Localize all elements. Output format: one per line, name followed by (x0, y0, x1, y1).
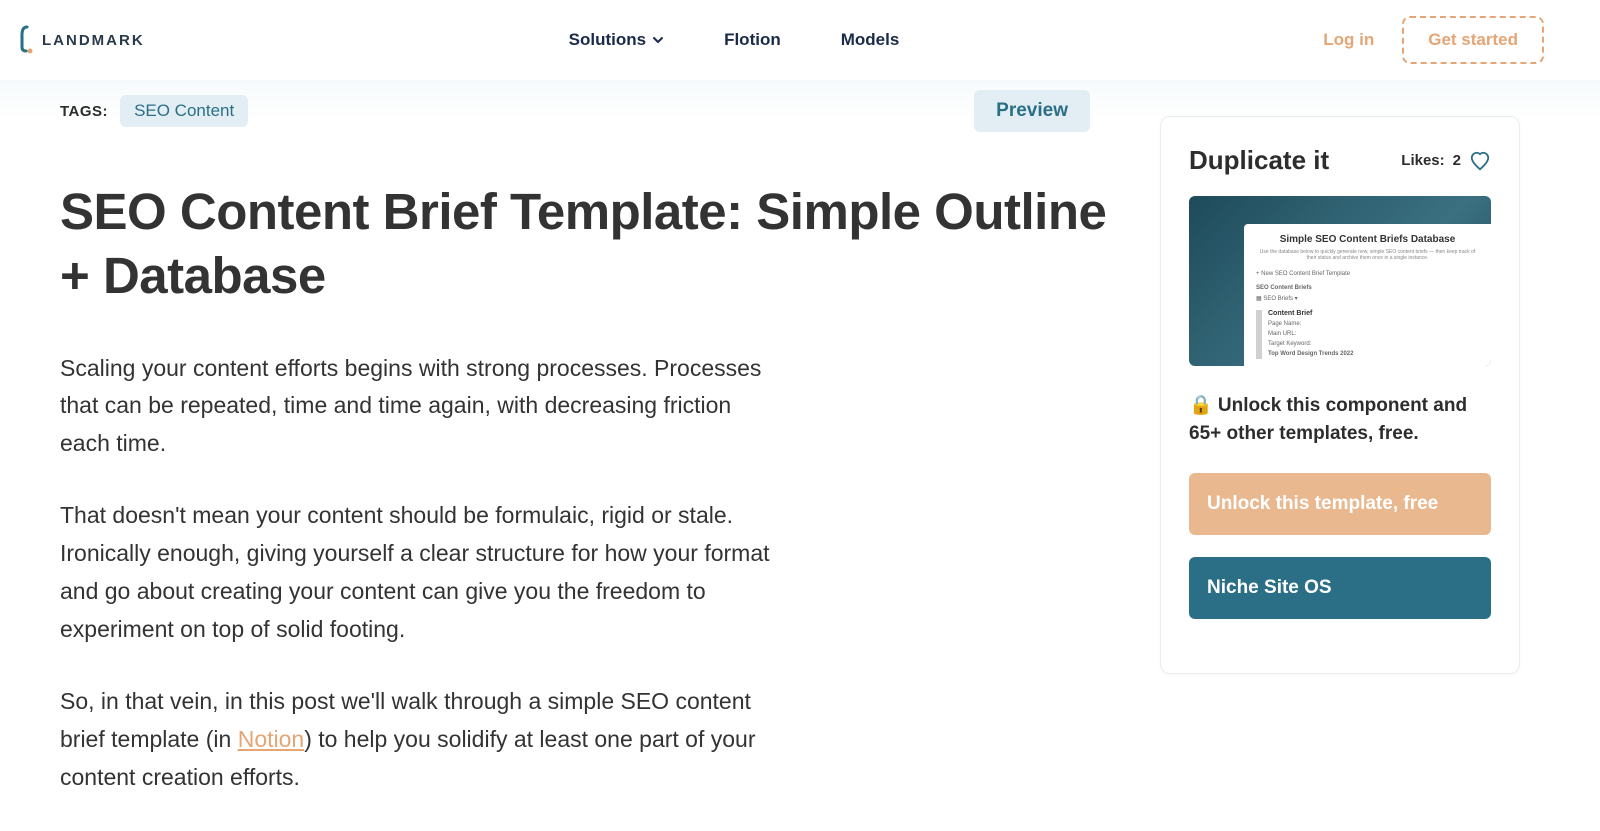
thumb-title: Simple SEO Content Briefs Database (1256, 234, 1479, 245)
nav-solutions[interactable]: Solutions (569, 30, 664, 50)
thumb-box-title: Content Brief (1268, 310, 1479, 317)
thumbnail-inner: Simple SEO Content Briefs Database Use t… (1244, 224, 1491, 366)
nav-models[interactable]: Models (841, 30, 900, 50)
niche-site-os-button[interactable]: Niche Site OS (1189, 557, 1491, 619)
notion-link[interactable]: Notion (238, 726, 304, 752)
unlock-description: 🔒 Unlock this component and 65+ other te… (1189, 392, 1491, 447)
page-title: SEO Content Brief Template: Simple Outli… (60, 180, 1120, 308)
duplicate-title: Duplicate it (1189, 145, 1329, 176)
page-body: TAGS: SEO Content Preview SEO Content Br… (0, 80, 1600, 831)
login-link[interactable]: Log in (1323, 30, 1374, 50)
paragraph-2: That doesn't mean your content should be… (60, 497, 780, 649)
tag-seo-content[interactable]: SEO Content (120, 95, 248, 127)
nav-solutions-label: Solutions (569, 30, 646, 50)
duplicate-sidebar: Duplicate it Likes: 2 Simple SEO Content… (1160, 116, 1520, 674)
unlock-template-button[interactable]: Unlock this template, free (1189, 473, 1491, 535)
likes-label: Likes: (1401, 152, 1444, 169)
main-content: TAGS: SEO Content Preview SEO Content Br… (60, 80, 1120, 831)
thumb-box: Content Brief Page Name: Main URL: Targe… (1256, 310, 1479, 359)
thumb-row: Page Name: (1268, 319, 1479, 329)
thumb-row: Top Word Design Trends 2022 (1268, 349, 1479, 359)
heart-icon[interactable] (1469, 150, 1491, 172)
tags-label: TAGS: (60, 103, 108, 120)
preview-button[interactable]: Preview (974, 90, 1090, 132)
likes-count: 2 (1453, 152, 1461, 169)
chevron-down-icon (652, 34, 664, 46)
thumb-row: Main URL: (1268, 329, 1479, 339)
auth-group: Log in Get started (1323, 16, 1544, 64)
brand-name: LANDMARK (42, 32, 145, 49)
thumb-row: SEO Content Briefs (1256, 283, 1479, 293)
nav-models-label: Models (841, 30, 900, 50)
paragraph-1: Scaling your content efforts begins with… (60, 350, 780, 464)
thumb-row: + New SEO Content Brief Template (1256, 269, 1479, 279)
tags-row: TAGS: SEO Content Preview (60, 80, 1120, 150)
site-header: LANDMARK Solutions Flotion Models Log in… (0, 0, 1600, 80)
sidebar-head: Duplicate it Likes: 2 (1189, 145, 1491, 176)
thumb-row: ▦ SEO Briefs ▾ (1256, 293, 1479, 304)
get-started-button[interactable]: Get started (1402, 16, 1544, 64)
likes-group: Likes: 2 (1401, 150, 1491, 172)
nav-flotion-label: Flotion (724, 30, 781, 50)
template-thumbnail[interactable]: Simple SEO Content Briefs Database Use t… (1189, 196, 1491, 366)
logo-mark-icon (16, 25, 38, 55)
thumb-sub: Use the database below to quickly genera… (1256, 249, 1479, 261)
main-nav: Solutions Flotion Models (569, 30, 900, 50)
brand-logo[interactable]: LANDMARK (16, 25, 145, 55)
thumb-row: Target Keyword: (1268, 339, 1479, 349)
paragraph-3: So, in that vein, in this post we'll wal… (60, 683, 780, 797)
nav-flotion[interactable]: Flotion (724, 30, 781, 50)
